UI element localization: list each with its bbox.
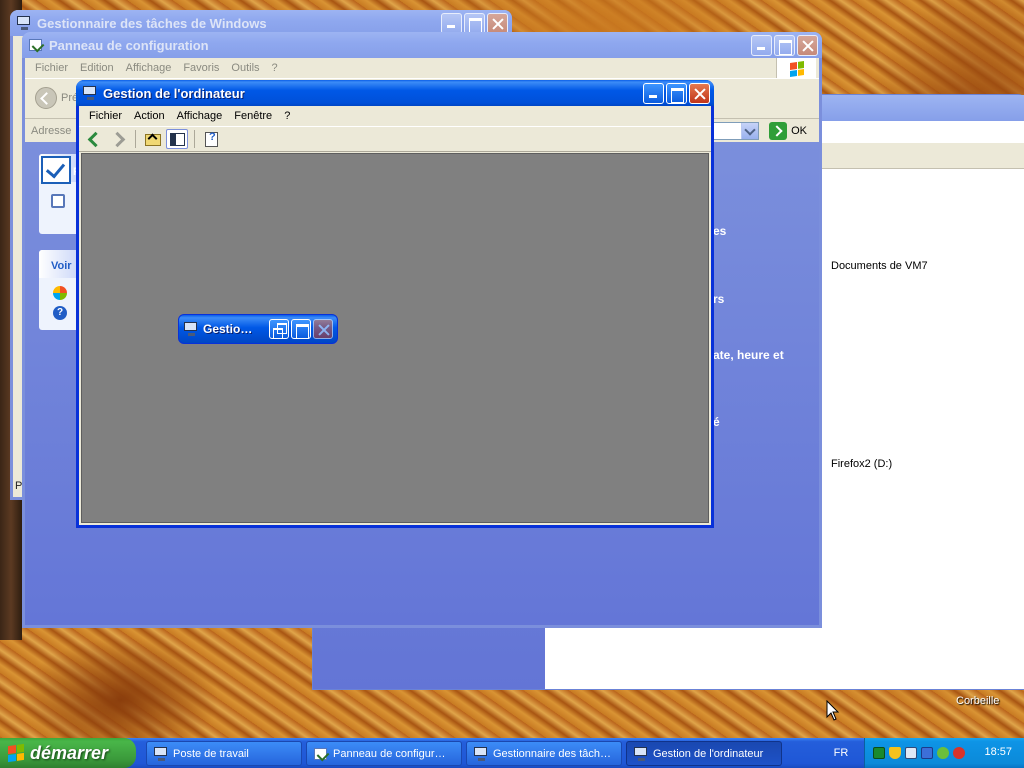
recycle-bin-label[interactable]: Corbeille xyxy=(956,695,999,707)
category-fragment-4[interactable]: é xyxy=(713,415,720,429)
task-manager-minimize-button[interactable] xyxy=(441,13,462,34)
control-panel-maximize-button[interactable] xyxy=(774,35,795,56)
control-panel-minimize-button[interactable] xyxy=(751,35,772,56)
taskbar: démarrer Poste de travail Panneau de con… xyxy=(0,738,1024,768)
taskbar-item-label: Panneau de configur… xyxy=(333,747,446,760)
taskbar-item-label: Gestion de l'ordinateur xyxy=(653,747,764,760)
properties-help-icon[interactable] xyxy=(201,129,223,149)
control-panel-menubar: Fichier Edition Affichage Favoris Outils… xyxy=(25,58,819,78)
task-manager-title: Gestionnaire des tâches de Windows xyxy=(37,15,267,31)
taskbar-item-gestion-ordinateur[interactable]: Gestion de l'ordinateur xyxy=(626,741,782,766)
address-label: Adresse xyxy=(31,124,72,137)
mouse-cursor xyxy=(826,699,840,722)
language-indicator[interactable]: FR xyxy=(826,738,856,768)
cm-menu-help[interactable]: ? xyxy=(278,108,296,124)
task-manager-icon xyxy=(16,16,32,30)
control-panel-icon xyxy=(28,38,44,52)
menu-outils[interactable]: Outils xyxy=(225,60,265,76)
child-close-button[interactable] xyxy=(313,319,333,339)
help-icon[interactable]: ? xyxy=(53,306,67,320)
toolbar-separator xyxy=(194,130,195,148)
my-computer-icon xyxy=(153,747,167,761)
back-arrow-icon[interactable] xyxy=(83,129,105,149)
cm-menu-fichier[interactable]: Fichier xyxy=(83,108,128,124)
category-fragment-1[interactable]: es xyxy=(713,224,726,238)
task-manager-close-button[interactable] xyxy=(487,13,508,34)
windows-flag-icon xyxy=(789,61,804,77)
cm-menu-fenetre[interactable]: Fenêtre xyxy=(228,108,278,124)
cm-menu-affichage[interactable]: Affichage xyxy=(171,108,229,124)
control-panel-title: Panneau de configuration xyxy=(49,37,209,53)
menu-edition[interactable]: Edition xyxy=(74,60,120,76)
clock[interactable]: 18:57 xyxy=(984,746,1012,758)
menu-affichage[interactable]: Affichage xyxy=(120,60,178,76)
show-hide-tree-icon[interactable] xyxy=(166,129,188,149)
computer-management-title: Gestion de l'ordinateur xyxy=(103,85,245,101)
task-manager-icon xyxy=(473,747,487,761)
menu-help[interactable]: ? xyxy=(266,60,284,76)
computer-management-close-button[interactable] xyxy=(689,83,710,104)
taskbar-item-poste-de-travail[interactable]: Poste de travail xyxy=(146,741,302,766)
task-manager-maximize-button[interactable] xyxy=(464,13,485,34)
drive-item[interactable]: Firefox2 (D:) xyxy=(831,458,892,470)
go-label: OK xyxy=(791,125,807,137)
go-button[interactable]: OK xyxy=(769,122,807,140)
alert-icon[interactable] xyxy=(953,747,965,759)
start-label: démarrer xyxy=(30,742,109,763)
system-tray: 18:57 xyxy=(864,738,1024,768)
taskbar-item-panneau[interactable]: Panneau de configur… xyxy=(306,741,462,766)
network-icon[interactable] xyxy=(873,747,885,759)
control-panel-checkmark-icon xyxy=(41,156,71,184)
start-button[interactable]: démarrer xyxy=(0,738,136,768)
windows-flag-icon xyxy=(8,743,24,763)
minimized-mdi-child[interactable]: Gestio… xyxy=(178,314,338,344)
switch-view-icon[interactable] xyxy=(51,194,65,208)
computer-management-minimize-button[interactable] xyxy=(643,83,664,104)
control-panel-close-button[interactable] xyxy=(797,35,818,56)
menu-favoris[interactable]: Favoris xyxy=(177,60,225,76)
computer-management-window[interactable]: Gestion de l'ordinateur Fichier Action A… xyxy=(76,80,714,528)
toolbar-separator xyxy=(135,130,136,148)
computer-management-icon xyxy=(183,322,199,336)
windows-update-icon[interactable] xyxy=(53,286,67,300)
computer-management-toolbar xyxy=(79,126,711,152)
category-fragment-3[interactable]: ate, heure et xyxy=(713,348,784,362)
network-connection-icon[interactable] xyxy=(921,747,933,759)
computer-management-icon xyxy=(633,747,647,761)
child-maximize-button[interactable] xyxy=(291,319,311,339)
back-button[interactable]: Pré xyxy=(35,87,78,109)
taskbar-item-label: Poste de travail xyxy=(173,747,249,760)
documents-item[interactable]: Documents de VM7 xyxy=(831,260,928,272)
computer-management-icon xyxy=(82,86,98,100)
mdi-client-area[interactable]: Gestio… xyxy=(81,153,709,523)
cm-menu-action[interactable]: Action xyxy=(128,108,171,124)
display-icon[interactable] xyxy=(905,747,917,759)
category-fragment-2[interactable]: rs xyxy=(713,292,724,306)
computer-management-menubar: Fichier Action Affichage Fenêtre ? xyxy=(79,106,711,126)
windows-logo-throbber xyxy=(776,58,816,80)
computer-management-titlebar[interactable]: Gestion de l'ordinateur xyxy=(76,80,714,106)
up-folder-icon[interactable] xyxy=(142,129,164,149)
taskbar-item-label: Gestionnaire des tâch… xyxy=(493,747,612,760)
control-panel-titlebar[interactable]: Panneau de configuration xyxy=(22,32,822,58)
taskbar-item-gestionnaire[interactable]: Gestionnaire des tâch… xyxy=(466,741,622,766)
minimized-child-title: Gestio… xyxy=(203,322,253,336)
child-restore-button[interactable] xyxy=(269,319,289,339)
menu-fichier[interactable]: Fichier xyxy=(29,60,74,76)
computer-management-maximize-button[interactable] xyxy=(666,83,687,104)
go-arrow-icon xyxy=(769,122,788,140)
back-arrow-icon xyxy=(35,87,57,109)
address-dropdown-button[interactable] xyxy=(741,123,758,139)
control-panel-icon xyxy=(313,747,327,760)
forward-arrow-icon[interactable] xyxy=(107,129,129,149)
wireless-icon[interactable] xyxy=(937,747,949,759)
security-shield-icon[interactable] xyxy=(889,747,901,759)
